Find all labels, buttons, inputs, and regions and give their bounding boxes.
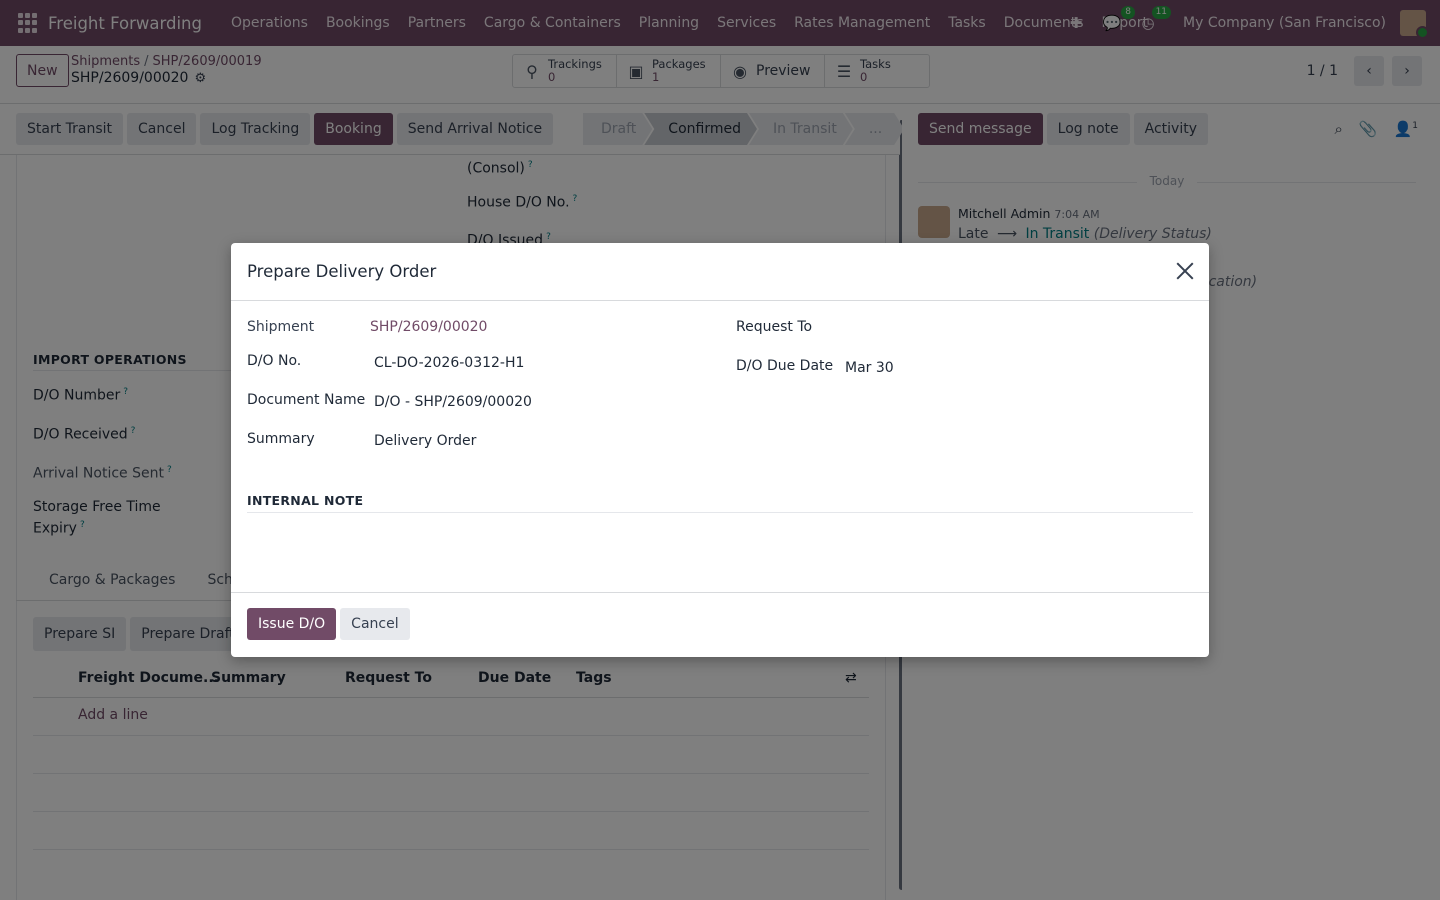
modal-header: Prepare Delivery Order	[231, 243, 1209, 301]
request-to-field[interactable]	[845, 319, 1185, 339]
close-icon[interactable]	[1175, 261, 1195, 281]
due-date-label: D/O Due Date	[736, 358, 834, 374]
modal-footer: Issue D/O Cancel	[247, 608, 410, 640]
request-to-label: Request To	[736, 319, 813, 335]
summary-field[interactable]: Delivery Order	[374, 433, 476, 449]
do-no-label: D/O No.	[247, 353, 302, 369]
do-no-field[interactable]: CL-DO-2026-0312-H1	[374, 355, 524, 371]
internal-note-title: INTERNAL NOTE	[247, 493, 364, 508]
document-name-label: Document Name	[247, 392, 366, 408]
internal-note-editor[interactable]	[247, 517, 1193, 587]
prepare-delivery-order-dialog: Prepare Delivery Order Shipment SHP/2609…	[231, 243, 1209, 657]
shipment-link[interactable]: SHP/2609/00020	[370, 319, 487, 335]
cancel-button[interactable]: Cancel	[340, 608, 410, 640]
internal-note-divider	[247, 512, 1193, 513]
modal-title: Prepare Delivery Order	[247, 262, 437, 281]
summary-label: Summary	[247, 431, 315, 447]
issue-do-button[interactable]: Issue D/O	[247, 608, 337, 640]
modal-body: Shipment SHP/2609/00020 D/O No. CL-DO-20…	[231, 301, 1209, 593]
due-date-field[interactable]: Mar 30	[845, 360, 894, 376]
shipment-label: Shipment	[247, 319, 315, 335]
document-name-field[interactable]: D/O - SHP/2609/00020	[374, 394, 532, 410]
